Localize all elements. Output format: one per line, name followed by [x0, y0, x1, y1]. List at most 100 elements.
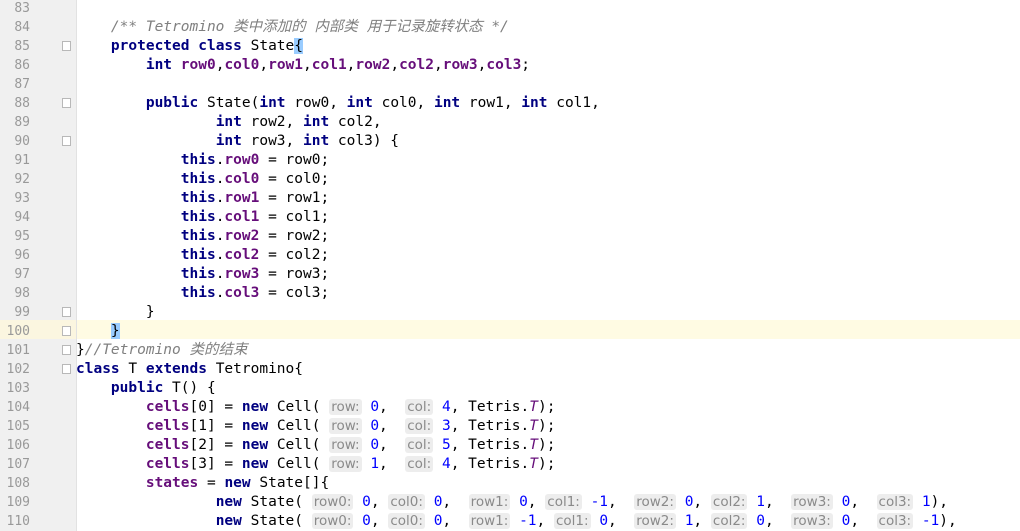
- field-ref: col3: [224, 285, 260, 301]
- code-line[interactable]: 97 this.row3 = row3;: [0, 265, 1020, 284]
- number-literal: 3: [441, 418, 451, 434]
- code-line[interactable]: 108 states = new State[]{: [0, 474, 1020, 493]
- number-literal: 0: [519, 494, 528, 510]
- line-number: 91: [14, 153, 30, 168]
- field-ref: col0: [224, 57, 260, 73]
- code-line[interactable]: 83: [0, 0, 1020, 18]
- field-ref: col2: [399, 57, 434, 73]
- number-literal: 0: [362, 494, 371, 510]
- number-literal: 0: [599, 513, 609, 529]
- parameter-hint: row0:: [311, 513, 354, 529]
- code-text: cells[0] = new Cell( row: 0, col: 4, Tet…: [145, 399, 556, 415]
- code-line[interactable]: 84 /** Tetromino 类中添加的 内部类 用于记录旋转状态 */: [0, 18, 1020, 37]
- code-line[interactable]: 110 new State( row0: 0, col0: 0, row1: -…: [0, 512, 1020, 531]
- code-line[interactable]: 102 class T extends Tetromino{: [0, 360, 1020, 379]
- code-line[interactable]: 100 }: [0, 322, 1020, 341]
- code-text: class T extends Tetromino{: [76, 361, 303, 377]
- keyword: new: [215, 513, 242, 529]
- line-number: 86: [14, 58, 30, 73]
- code-line[interactable]: 90 int row3, int col3) {: [0, 132, 1020, 151]
- code-text: new State( row0: 0, col0: 0, row1: 0, co…: [215, 494, 949, 510]
- parameter-hint: row2:: [634, 494, 676, 510]
- code-line[interactable]: 88 public State(int row0, int col0, int …: [0, 94, 1020, 113]
- field-ref: col1: [224, 209, 260, 225]
- code-line[interactable]: 87: [0, 75, 1020, 94]
- code-line[interactable]: 94 this.col1 = col1;: [0, 208, 1020, 227]
- keyword: new: [224, 475, 251, 491]
- keyword: public: [110, 380, 164, 396]
- parameter-hint: row3:: [791, 494, 833, 510]
- code-line[interactable]: 101}//Tetromino 类的结束: [0, 341, 1020, 360]
- parameter-hint: col2:: [710, 494, 748, 510]
- keyword: this: [180, 285, 216, 301]
- keyword: int: [215, 133, 242, 149]
- field-ref: cells: [145, 399, 190, 415]
- code-line[interactable]: 95 this.row2 = row2;: [0, 227, 1020, 246]
- code-line[interactable]: 92 this.col0 = col0;: [0, 170, 1020, 189]
- code-line[interactable]: 99 }: [0, 303, 1020, 322]
- line-number: 101: [6, 343, 30, 358]
- code-text: this.col2 = col2;: [180, 247, 330, 263]
- code-text: cells[1] = new Cell( row: 0, col: 3, Tet…: [145, 418, 556, 434]
- parameter-hint: row1:: [468, 513, 511, 529]
- code-text: protected class State{: [110, 38, 304, 54]
- code-text: int row2, int col2,: [215, 114, 382, 130]
- fold-marker-icon[interactable]: [62, 345, 71, 355]
- code-text: this.row0 = row0;: [180, 152, 330, 168]
- parameter-hint: row:: [329, 437, 362, 453]
- line-number: 93: [14, 191, 30, 206]
- code-line[interactable]: 96 this.col2 = col2;: [0, 246, 1020, 265]
- keyword: protected: [110, 38, 190, 54]
- code-text: this.col1 = col1;: [180, 209, 330, 225]
- code-line[interactable]: 107 cells[3] = new Cell( row: 1, col: 4,…: [0, 455, 1020, 474]
- code-line[interactable]: 89 int row2, int col2,: [0, 113, 1020, 132]
- code-line[interactable]: 93 this.row1 = row1;: [0, 189, 1020, 208]
- parameter-hint: col3:: [876, 513, 914, 529]
- code-text: int row3, int col3) {: [215, 133, 400, 149]
- number-literal: -1: [921, 513, 940, 529]
- fold-marker-icon[interactable]: [62, 326, 71, 336]
- number-literal: 0: [370, 437, 380, 453]
- keyword: int: [521, 95, 548, 111]
- code-line[interactable]: 91 this.row0 = row0;: [0, 151, 1020, 170]
- code-text: states = new State[]{: [145, 475, 330, 491]
- code-line[interactable]: 103 public T() {: [0, 379, 1020, 398]
- parameter-hint: col:: [405, 456, 434, 472]
- line-number: 85: [14, 39, 30, 54]
- line-number: 94: [14, 210, 30, 225]
- code-line[interactable]: 98 this.col3 = col3;: [0, 284, 1020, 303]
- code-line[interactable]: 85 protected class State{: [0, 37, 1020, 56]
- fold-marker-icon[interactable]: [62, 41, 71, 51]
- keyword: int: [303, 133, 330, 149]
- number-literal: 1: [370, 456, 380, 472]
- fold-marker-icon[interactable]: [62, 364, 71, 374]
- number-literal: -1: [590, 494, 609, 510]
- code-line[interactable]: 86 int row0,col0,row1,col1,row2,col2,row…: [0, 56, 1020, 75]
- code-text: }: [76, 304, 155, 320]
- keyword: this: [180, 266, 216, 282]
- field-ref: row0: [180, 57, 216, 73]
- fold-marker-icon[interactable]: [62, 307, 71, 317]
- parameter-hint: row1:: [468, 494, 511, 510]
- code-line[interactable]: 109 new State( row0: 0, col0: 0, row1: 0…: [0, 493, 1020, 512]
- code-text: this.col0 = col0;: [180, 171, 330, 187]
- keyword: int: [215, 114, 242, 130]
- fold-marker-icon[interactable]: [62, 136, 71, 146]
- line-number: 92: [14, 172, 30, 187]
- keyword: class: [76, 361, 120, 377]
- line-number: 102: [6, 362, 30, 377]
- number-literal: 0: [370, 399, 380, 415]
- number-literal: 1: [756, 494, 765, 510]
- field-ref: row1: [224, 190, 260, 206]
- number-literal: 0: [362, 513, 371, 529]
- keyword: new: [241, 456, 269, 472]
- code-line[interactable]: 105 cells[1] = new Cell( row: 0, col: 3,…: [0, 417, 1020, 436]
- static-field: T: [529, 437, 539, 453]
- line-number: 87: [14, 77, 30, 92]
- code-text: this.row1 = row1;: [180, 190, 330, 206]
- code-line[interactable]: 104 cells[0] = new Cell( row: 0, col: 4,…: [0, 398, 1020, 417]
- fold-marker-icon[interactable]: [62, 98, 71, 108]
- parameter-hint: row:: [329, 399, 362, 415]
- code-line[interactable]: 106 cells[2] = new Cell( row: 0, col: 5,…: [0, 436, 1020, 455]
- line-number: 100: [6, 324, 30, 339]
